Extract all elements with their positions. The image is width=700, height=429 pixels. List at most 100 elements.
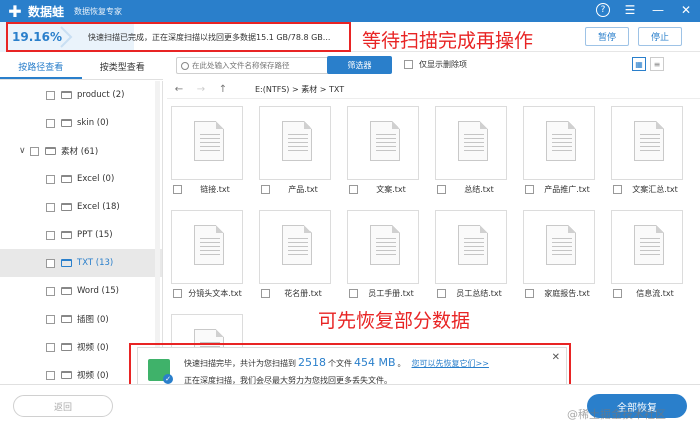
arrow-right-icon[interactable]: → xyxy=(191,84,211,95)
arrow-up-icon[interactable]: ↑ xyxy=(213,84,233,95)
tree-item-excel-18[interactable]: Excel (18) xyxy=(0,193,162,221)
file-card[interactable]: 文案汇总.txt xyxy=(607,100,683,202)
tree-item-sucai[interactable]: ∨ 素材 (61) xyxy=(0,137,162,165)
search-input[interactable] xyxy=(192,61,322,70)
file-checkbox[interactable] xyxy=(261,289,270,298)
tree-item-word[interactable]: Word (15) xyxy=(0,277,162,305)
folder-icon xyxy=(61,343,72,351)
file-checkbox[interactable] xyxy=(173,185,182,194)
tree-item-excel-0[interactable]: Excel (0) xyxy=(0,165,162,193)
file-card[interactable]: 员工手册.txt xyxy=(343,204,419,306)
file-name: 产品.txt xyxy=(288,185,318,194)
file-thumbnail[interactable] xyxy=(523,210,595,284)
folder-icon xyxy=(61,231,72,239)
view-toggle: ▦ ≡ xyxy=(632,57,664,71)
only-deleted-toggle[interactable]: 仅显示删除项 xyxy=(404,59,467,70)
tree-item-label: product (2) xyxy=(77,90,125,100)
tree-item-label: 视频 (0) xyxy=(77,371,109,381)
file-checkbox[interactable] xyxy=(349,289,358,298)
file-thumbnail[interactable] xyxy=(435,210,507,284)
txt-file-icon xyxy=(282,225,312,265)
tree-checkbox[interactable] xyxy=(46,174,55,184)
sidebar-scrollbar[interactable] xyxy=(155,81,160,383)
txt-file-icon xyxy=(546,121,576,161)
tree-checkbox[interactable] xyxy=(46,286,55,296)
tree-item-txt[interactable]: TXT (13) xyxy=(0,249,162,277)
view-mode-tabs: 按路径查看 按类型查看 xyxy=(0,58,163,80)
search-box[interactable] xyxy=(176,57,332,74)
tree-checkbox[interactable] xyxy=(46,230,55,240)
file-checkbox[interactable] xyxy=(173,289,182,298)
file-card[interactable]: 文案.txt xyxy=(343,100,419,202)
file-checkbox[interactable] xyxy=(613,289,622,298)
file-thumbnail[interactable] xyxy=(611,106,683,180)
file-thumbnail[interactable] xyxy=(171,106,243,180)
file-name: 花名册.txt xyxy=(284,289,322,298)
stop-button[interactable]: 停止 xyxy=(638,27,682,46)
list-view-icon[interactable]: ≡ xyxy=(650,57,664,71)
file-thumbnail[interactable] xyxy=(259,210,331,284)
file-checkbox[interactable] xyxy=(525,185,534,194)
tree-item-product[interactable]: product (2) xyxy=(0,81,162,109)
menu-icon[interactable]: ☰ xyxy=(622,2,638,18)
file-card[interactable]: 链接.txt xyxy=(167,100,243,202)
file-checkbox[interactable] xyxy=(525,289,534,298)
minimize-icon[interactable]: — xyxy=(650,2,666,18)
file-card[interactable]: 分镜头文本.txt xyxy=(167,204,243,306)
file-card[interactable]: 信息流.txt xyxy=(607,204,683,306)
tab-by-type[interactable]: 按类型查看 xyxy=(82,58,164,79)
txt-file-icon xyxy=(634,121,664,161)
file-thumbnail[interactable] xyxy=(259,106,331,180)
file-thumbnail[interactable] xyxy=(435,106,507,180)
file-thumbnail[interactable] xyxy=(171,210,243,284)
app-name: 数据蛙 xyxy=(28,4,65,19)
tree-item-skin[interactable]: skin (0) xyxy=(0,109,162,137)
grid-view-icon[interactable]: ▦ xyxy=(632,57,646,71)
tree-checkbox[interactable] xyxy=(46,370,55,380)
file-checkbox[interactable] xyxy=(349,185,358,194)
tree-checkbox[interactable] xyxy=(46,90,55,100)
file-card[interactable]: 总结.txt xyxy=(431,100,507,202)
txt-file-icon xyxy=(634,225,664,265)
folder-icon xyxy=(61,119,72,127)
help-circle-icon[interactable]: ? xyxy=(596,3,610,17)
tree-checkbox[interactable] xyxy=(46,202,55,212)
file-thumbnail[interactable] xyxy=(347,210,419,284)
file-grid: 链接.txt 产品.txt 文案.txt 总结.txt 产品推广.txt 文案汇总.txt… xyxy=(167,100,700,383)
tree-checkbox[interactable] xyxy=(46,118,55,128)
tab-by-path[interactable]: 按路径查看 xyxy=(0,58,82,79)
file-card[interactable]: 家庭报告.txt xyxy=(519,204,595,306)
tree-checkbox[interactable] xyxy=(46,258,55,268)
file-card[interactable]: 员工总结.txt xyxy=(431,204,507,306)
file-thumbnail[interactable] xyxy=(611,210,683,284)
file-checkbox[interactable] xyxy=(261,185,270,194)
file-name: 信息流.txt xyxy=(636,289,674,298)
tree-item-ppt[interactable]: PPT (15) xyxy=(0,221,162,249)
tree-checkbox[interactable] xyxy=(30,146,39,156)
pause-button[interactable]: 暂停 xyxy=(585,27,629,46)
file-name: 家庭报告.txt xyxy=(544,289,590,298)
file-name: 员工手册.txt xyxy=(368,289,414,298)
tree-item-illustration[interactable]: 插图 (0) xyxy=(0,305,162,333)
close-icon[interactable]: ✕ xyxy=(678,2,694,18)
tree-item-label: TXT (13) xyxy=(77,258,114,268)
file-card[interactable]: 花名册.txt xyxy=(255,204,331,306)
file-card[interactable]: 产品推广.txt xyxy=(519,100,595,202)
file-name: 分镜头文本.txt xyxy=(188,289,242,298)
filter-button[interactable]: 筛选器 xyxy=(327,56,392,74)
arrow-left-icon[interactable]: ← xyxy=(169,84,189,95)
back-button[interactable]: 返回 xyxy=(13,395,113,417)
file-checkbox[interactable] xyxy=(613,185,622,194)
file-thumbnail[interactable] xyxy=(347,106,419,180)
txt-file-icon xyxy=(370,225,400,265)
only-deleted-checkbox[interactable] xyxy=(404,60,413,69)
file-checkbox[interactable] xyxy=(437,289,446,298)
file-thumbnail[interactable] xyxy=(523,106,595,180)
highlight-box-progress xyxy=(6,22,351,52)
tree-checkbox[interactable] xyxy=(46,342,55,352)
file-card[interactable]: 产品.txt xyxy=(255,100,331,202)
tree-checkbox[interactable] xyxy=(46,314,55,324)
file-checkbox[interactable] xyxy=(437,185,446,194)
chevron-down-icon[interactable]: ∨ xyxy=(19,146,27,156)
search-icon xyxy=(181,61,189,70)
